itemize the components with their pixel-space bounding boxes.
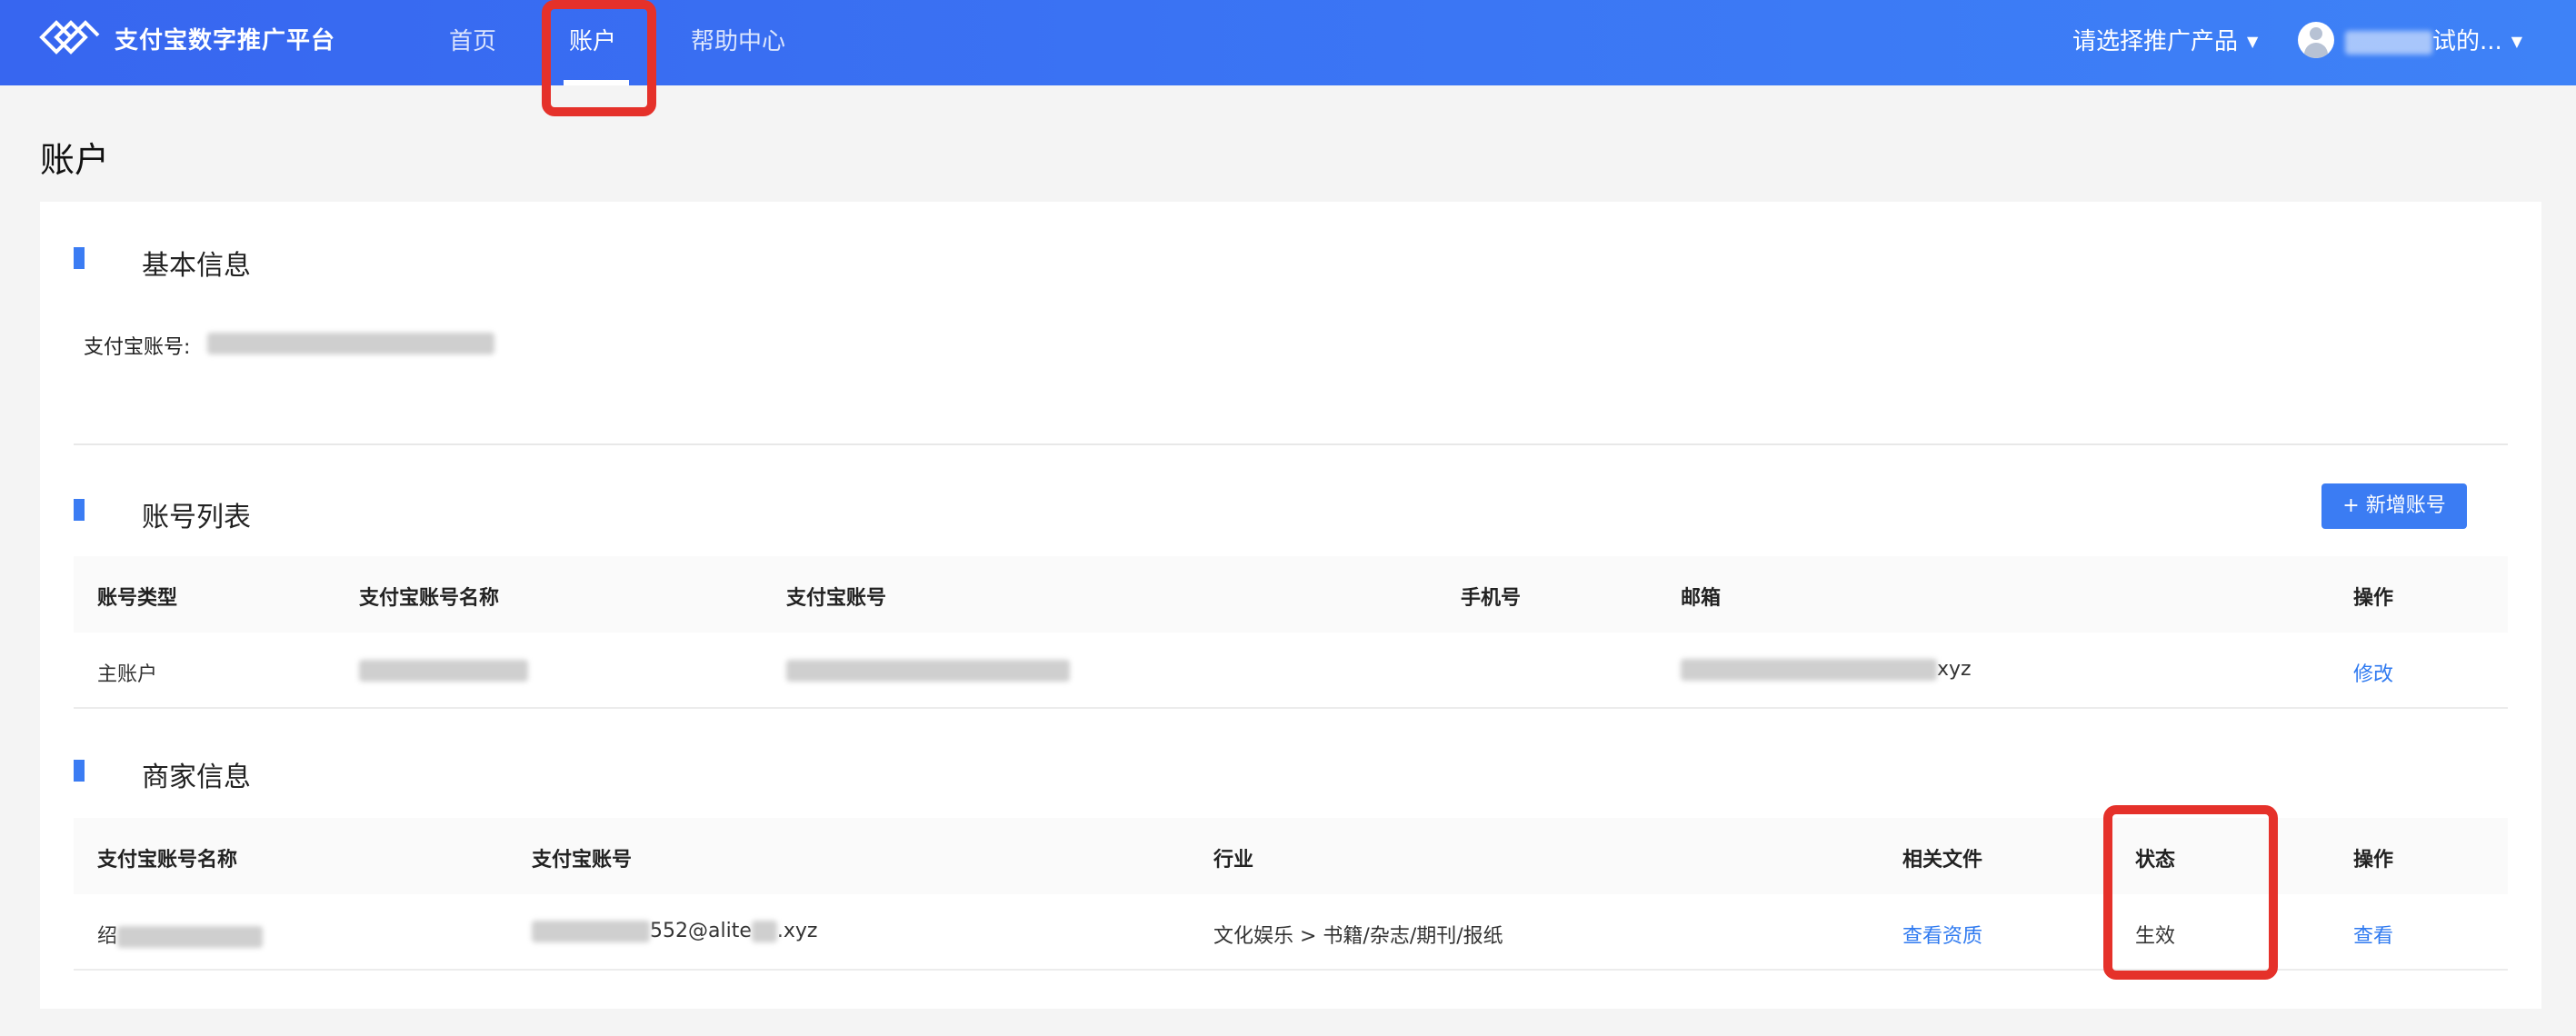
- redacted-account-number: [786, 660, 1070, 682]
- redacted-account-value: [207, 333, 494, 354]
- user-menu[interactable]: 试的... ▼: [2345, 23, 2522, 56]
- merchant-account-tail: .xyz: [776, 920, 818, 942]
- col-industry: 行业: [1213, 849, 1254, 872]
- redacted-merchant-name: [117, 926, 264, 948]
- section-marker: [74, 499, 85, 521]
- product-select-dropdown[interactable]: 请选择推广产品 ▼: [2072, 23, 2258, 56]
- product-select-label: 请选择推广产品: [2072, 28, 2239, 55]
- nav-item-help-center[interactable]: 帮助中心: [691, 23, 785, 56]
- account-list-title: 账号列表: [142, 502, 251, 533]
- col-account-type: 账号类型: [97, 587, 178, 610]
- account-table-header: 账号类型 支付宝账号名称 支付宝账号 手机号 邮箱 操作: [74, 556, 2508, 633]
- alipay-account-label: 支付宝账号:: [84, 336, 191, 359]
- page-title: 账户: [40, 140, 110, 180]
- table-row: 主账户 xyz 修改: [74, 633, 2508, 709]
- basic-info-title: 基本信息: [142, 250, 251, 282]
- top-header: 支付宝数字推广平台 首页 账户 帮助中心 请选择推广产品 ▼ 试的... ▼: [0, 0, 2576, 85]
- email-suffix: xyz: [1937, 658, 1972, 681]
- edit-link[interactable]: 修改: [2353, 658, 2393, 687]
- alipay-logo-icon: [39, 20, 100, 55]
- redacted-merchant-account-part: [751, 921, 777, 942]
- col-merchant-name: 支付宝账号名称: [97, 849, 238, 872]
- redacted-user-name: [2345, 30, 2432, 55]
- highlight-box-status: [2103, 805, 2278, 980]
- nav-item-home[interactable]: 首页: [449, 23, 496, 56]
- avatar-head-shape: [2310, 27, 2322, 40]
- col-merchant-account: 支付宝账号: [532, 849, 633, 872]
- merchant-name-value: 绍: [97, 920, 264, 949]
- view-qualification-link[interactable]: 查看资质: [1902, 920, 1982, 949]
- section-marker: [74, 247, 85, 269]
- redacted-account-name: [359, 660, 528, 682]
- col-merchant-action: 操作: [2353, 849, 2394, 872]
- avatar[interactable]: [2298, 22, 2334, 58]
- account-type-value: 主账户: [97, 663, 158, 686]
- industry-value: 文化娱乐 > 书籍/杂志/期刊/报纸: [1213, 925, 1503, 948]
- email-value: xyz: [1681, 658, 1972, 681]
- add-account-button[interactable]: + 新增账号: [2321, 483, 2467, 529]
- col-email: 邮箱: [1681, 587, 1722, 610]
- user-name-suffix: 试的...: [2432, 28, 2502, 55]
- merchant-account-value: 552@alite .xyz: [532, 920, 817, 942]
- section-divider: [74, 443, 2508, 445]
- section-marker: [74, 760, 85, 782]
- redacted-merchant-account: [532, 921, 650, 942]
- merchant-name-prefix: 绍: [97, 925, 118, 948]
- col-phone: 手机号: [1461, 587, 1522, 610]
- avatar-body-shape: [2304, 43, 2328, 58]
- col-related-files: 相关文件: [1902, 849, 1983, 872]
- highlight-box-account-tab: [542, 0, 656, 116]
- col-action: 操作: [2353, 587, 2394, 610]
- col-account-name: 支付宝账号名称: [359, 587, 500, 610]
- merchant-account-suffix: 552@alite: [650, 920, 752, 942]
- chevron-down-icon: ▼: [2247, 33, 2259, 50]
- view-link[interactable]: 查看: [2353, 920, 2393, 949]
- col-account-number: 支付宝账号: [786, 587, 887, 610]
- redacted-email: [1681, 659, 1937, 681]
- brand-name: 支付宝数字推广平台: [115, 27, 336, 55]
- merchant-info-title: 商家信息: [142, 762, 251, 793]
- chevron-down-icon: ▼: [2511, 33, 2523, 50]
